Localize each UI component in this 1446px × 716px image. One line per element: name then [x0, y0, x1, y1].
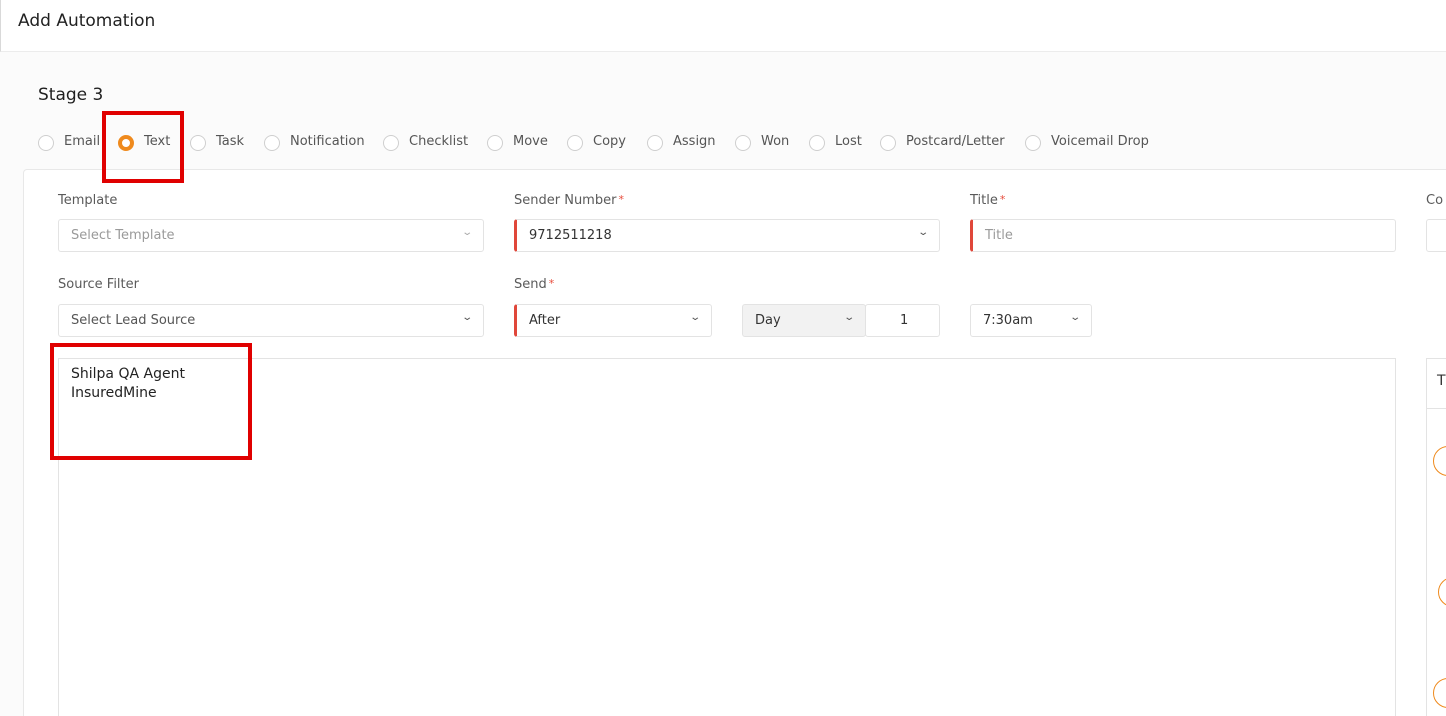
radio-circle[interactable]: [880, 135, 896, 151]
send-unit-select[interactable]: Day ⌄: [742, 304, 866, 337]
radio-circle[interactable]: [38, 135, 54, 151]
circle-button-icon[interactable]: [1433, 678, 1446, 708]
side-panel: T: [1426, 358, 1446, 716]
radio-circle[interactable]: [264, 135, 280, 151]
cut-off-label: Co: [1426, 193, 1444, 208]
radio-label: Email: [64, 134, 101, 149]
radio-label: Postcard/Letter: [906, 134, 1005, 149]
highlight-box-text-option: [102, 111, 184, 183]
radio-label: Copy: [593, 134, 626, 149]
title-input[interactable]: Title: [970, 219, 1396, 252]
required-mark: *: [548, 277, 555, 290]
radio-label: Voicemail Drop: [1051, 134, 1149, 149]
send-amount-value: 1: [900, 313, 909, 328]
radio-circle[interactable]: [487, 135, 503, 151]
title-label-text: Title: [970, 193, 998, 208]
send-unit-value: Day: [755, 313, 781, 328]
radio-circle[interactable]: [647, 135, 663, 151]
title-placeholder: Title: [985, 228, 1013, 243]
source-filter-select[interactable]: Select Lead Source ⌄: [58, 304, 484, 337]
title-label: Title *: [970, 193, 1005, 208]
chevron-down-icon: ⌄: [688, 312, 701, 323]
page-title: Add Automation: [18, 11, 156, 31]
chevron-down-icon: ⌄: [460, 312, 473, 323]
circle-button-icon[interactable]: [1438, 577, 1446, 607]
side-panel-header-text: T: [1437, 373, 1446, 389]
template-select[interactable]: Select Template ⌄: [58, 219, 484, 252]
send-time-value: 7:30am: [983, 313, 1033, 328]
radio-circle[interactable]: [809, 135, 825, 151]
radio-label: Won: [761, 134, 790, 149]
send-amount-input[interactable]: 1: [865, 304, 940, 337]
radio-circle[interactable]: [190, 135, 206, 151]
source-filter-label: Source Filter: [58, 277, 139, 292]
chevron-down-icon: ⌄: [916, 227, 929, 238]
radio-label: Task: [216, 134, 245, 149]
source-filter-placeholder: Select Lead Source: [71, 313, 196, 328]
required-mark: *: [618, 193, 624, 206]
radio-circle[interactable]: [567, 135, 583, 151]
highlight-box-signature: [50, 343, 252, 460]
template-placeholder: Select Template: [71, 228, 175, 243]
side-panel-header: T: [1427, 359, 1446, 409]
sender-number-label: Sender Number *: [514, 193, 624, 208]
send-label: Send *: [514, 277, 554, 292]
send-timing-value: After: [529, 313, 561, 328]
radio-label: Notification: [290, 134, 365, 149]
stage-title: Stage 3: [38, 85, 104, 105]
app-header: Add Automation: [0, 0, 1446, 52]
sender-number-label-text: Sender Number: [514, 193, 617, 208]
send-timing-select[interactable]: After ⌄: [514, 304, 712, 337]
send-time-select[interactable]: 7:30am ⌄: [970, 304, 1092, 337]
radio-circle[interactable]: [383, 135, 399, 151]
required-mark: *: [999, 193, 1006, 206]
radio-label: Lost: [835, 134, 862, 149]
circle-button-icon[interactable]: [1433, 446, 1446, 476]
sender-number-select[interactable]: 9712511218 ⌄: [514, 219, 940, 252]
cut-off-field[interactable]: [1426, 219, 1446, 252]
send-label-text: Send: [514, 277, 547, 292]
chevron-down-icon: ⌄: [1068, 312, 1081, 323]
message-editor[interactable]: Shilpa QA Agent InsuredMine: [58, 358, 1396, 716]
chevron-down-icon: ⌄: [842, 312, 855, 323]
radio-circle[interactable]: [735, 135, 751, 151]
radio-label: Checklist: [409, 134, 469, 149]
radio-label: Move: [513, 134, 548, 149]
sender-number-value: 9712511218: [529, 228, 612, 243]
radio-circle[interactable]: [1025, 135, 1041, 151]
chevron-down-icon: ⌄: [460, 227, 473, 238]
radio-label: Assign: [673, 134, 716, 149]
template-label: Template: [58, 193, 118, 208]
